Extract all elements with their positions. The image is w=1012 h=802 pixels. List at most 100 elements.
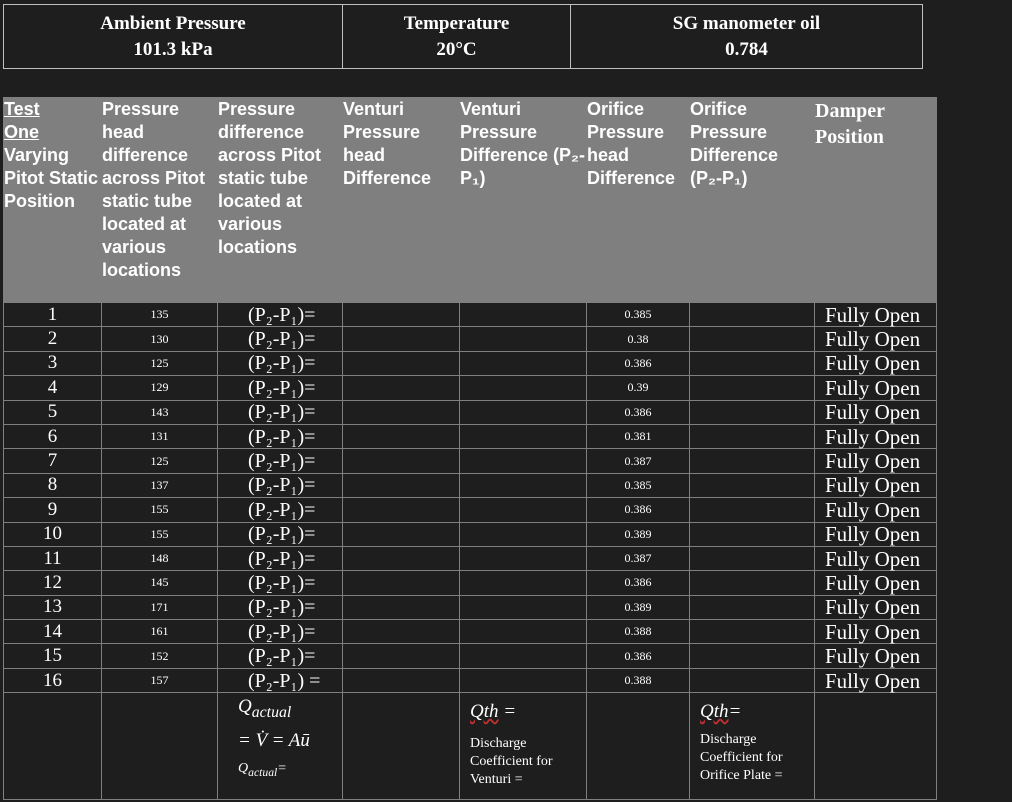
damper-value: Fully Open (814, 570, 937, 596)
orifice-head-value: 0.381 (586, 423, 690, 450)
orifice-head-header: Orifice Pressure head Difference (586, 97, 690, 303)
pitot-diff-equation: (P₂-P₁)= (217, 350, 343, 377)
damper-value: Fully Open (814, 497, 937, 523)
table-row: 5 143 (P₂-P₁)= 0.386 Fully Open (3, 399, 937, 425)
pitot-head-header: Pressure head difference across Pitot st… (101, 97, 218, 303)
row-number: 4 (3, 375, 102, 401)
sg-oil-cell: SG manometer oil 0.784 (571, 5, 922, 68)
venturi-diff-value (459, 521, 587, 547)
damper-value: Fully Open (814, 594, 937, 621)
venturi-diff-value (459, 448, 587, 474)
orifice-qth-cell: Qth= Discharge Coefficient for Orifice P… (689, 692, 815, 801)
temperature-cell: Temperature 20°C (343, 5, 571, 68)
damper-value: Fully Open (814, 301, 937, 328)
pitot-head-value: 152 (101, 643, 218, 669)
pitot-diff-equation: (P₂-P₁)= (217, 423, 343, 450)
volume-flow-equation: = V̇ = Aū (238, 730, 310, 752)
damper-header: Damper Position (814, 97, 937, 303)
damper-value: Fully Open (814, 350, 937, 377)
q-actual2-symbol: Q (238, 761, 249, 777)
venturi-head-value (342, 448, 460, 474)
pitot-head-value: 145 (101, 570, 218, 596)
pitot-head-value: 155 (101, 497, 218, 523)
orifice-diff-value (689, 521, 815, 547)
row-number: 10 (3, 521, 102, 547)
orifice-diff-value (689, 619, 815, 645)
orifice-head-value: 0.385 (586, 472, 690, 499)
pitot-diff-header: Pressure difference across Pitot static … (217, 97, 343, 303)
row-number: 8 (3, 472, 102, 499)
orifice-diff-value (689, 643, 815, 669)
venturi-head-value (342, 643, 460, 669)
venturi-diff-value (459, 545, 587, 572)
venturi-qth-subscript: th (483, 701, 499, 723)
venturi-diff-value (459, 472, 587, 499)
pitot-diff-equation: (P₂-P₁)= (217, 643, 343, 669)
orifice-diff-value (689, 350, 815, 377)
pitot-diff-equation: (P₂-P₁)= (217, 448, 343, 474)
venturi-head-value (342, 594, 460, 621)
q-actual2-equals: = (277, 761, 287, 777)
table-row: 3 125 (P₂-P₁)= 0.386 Fully Open (3, 350, 937, 377)
orifice-qth-symbol: Qth (700, 701, 729, 722)
row-number: 3 (3, 350, 102, 377)
venturi-head-value (342, 326, 460, 352)
orifice-diff-value (689, 497, 815, 523)
table-row: 4 129 (P₂-P₁)= 0.39 Fully Open (3, 375, 937, 401)
pitot-head-value: 137 (101, 472, 218, 499)
pitot-diff-equation: (P₂-P₁)= (217, 301, 343, 328)
orifice-head-value: 0.389 (586, 594, 690, 621)
venturi-qth-symbol: Qth (470, 701, 499, 722)
damper-value: Fully Open (814, 521, 937, 547)
venturi-diff-value (459, 570, 587, 596)
venturi-diff-value (459, 350, 587, 377)
venturi-head-value (342, 301, 460, 328)
table-row: 11 148 (P₂-P₁)= 0.387 Fully Open (3, 545, 937, 572)
header-row: Test One Varying Pitot Static Position Pre… (3, 97, 937, 303)
pitot-head-value: 157 (101, 667, 218, 694)
orifice-qth: Qth= (690, 693, 814, 723)
venturi-diff-header: Venturi Pressure Difference (P₂-P₁) (459, 97, 587, 303)
row-number: 5 (3, 399, 102, 425)
pitot-diff-equation: (P₂-P₁)= (217, 472, 343, 499)
orifice-diff-value (689, 448, 815, 474)
orifice-head-value: 0.387 (586, 448, 690, 474)
pitot-head-value: 125 (101, 448, 218, 474)
table-row: 14 161 (P₂-P₁)= 0.388 Fully Open (3, 619, 937, 645)
pitot-head-value: 135 (101, 301, 218, 328)
venturi-head-value (342, 350, 460, 377)
ambient-pressure-value: 101.3 kPa (133, 38, 213, 60)
table-row: 16 157 (P₂-P₁) = 0.388 Fully Open (3, 667, 937, 694)
orifice-head-value: 0.388 (586, 619, 690, 645)
damper-value: Fully Open (814, 326, 937, 352)
results-table: Test One Varying Pitot Static Position Pre… (3, 97, 937, 801)
sg-oil-label: SG manometer oil (672, 12, 821, 34)
pitot-head-value: 171 (101, 594, 218, 621)
row-number: 12 (3, 570, 102, 596)
q-actual-cell: Qactual = V̇ = Aū Qactual= (217, 692, 343, 801)
venturi-diff-value (459, 301, 587, 328)
venturi-head-value (342, 375, 460, 401)
damper-value: Fully Open (814, 448, 937, 474)
pitot-head-value: 143 (101, 399, 218, 425)
venturi-qth: Qth = (460, 693, 586, 723)
sg-oil-value: 0.784 (725, 38, 768, 60)
orifice-head-value: 0.385 (586, 301, 690, 328)
footer-cell-pitot-head (101, 692, 218, 801)
footer-cell-test (3, 692, 102, 801)
damper-value: Fully Open (814, 472, 937, 499)
orifice-head-value: 0.388 (586, 667, 690, 694)
orifice-qth-letter: Q (700, 701, 714, 723)
pitot-diff-equation: (P₂-P₁)= (217, 570, 343, 596)
orifice-head-value: 0.386 (586, 570, 690, 596)
table-row: 13 171 (P₂-P₁)= 0.389 Fully Open (3, 594, 937, 621)
row-number: 16 (3, 667, 102, 694)
q-actual-line: Qactual (238, 693, 342, 727)
orifice-head-value: 0.386 (586, 643, 690, 669)
venturi-diff-value (459, 423, 587, 450)
table-row: 9 155 (P₂-P₁)= 0.386 Fully Open (3, 497, 937, 523)
orifice-diff-value (689, 375, 815, 401)
test-header-rest: Varying Pitot Static Position (4, 145, 99, 211)
q-actual2-subscript: actual (248, 765, 278, 779)
venturi-diff-value (459, 619, 587, 645)
